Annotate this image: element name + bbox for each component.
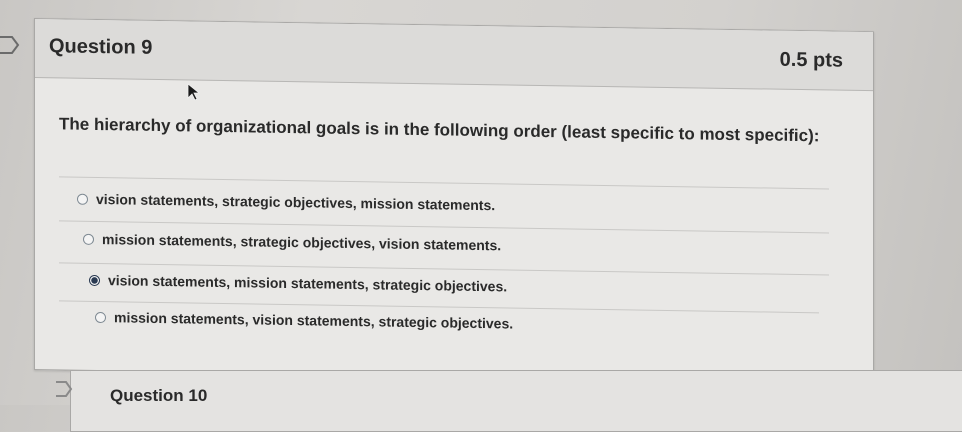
mouse-cursor-icon bbox=[187, 83, 201, 101]
question-prompt: The hierarchy of organizational goals is… bbox=[59, 114, 820, 146]
divider bbox=[59, 176, 829, 190]
answer-label: vision statements, strategic objectives,… bbox=[96, 190, 496, 214]
answer-option-4[interactable]: mission statements, vision statements, s… bbox=[95, 309, 513, 332]
radio-button-selected[interactable] bbox=[89, 274, 100, 286]
answer-label: vision statements, mission statements, s… bbox=[108, 272, 508, 295]
flag-question-icon[interactable] bbox=[55, 380, 75, 398]
question-card: Question 9 0.5 pts The hierarchy of orga… bbox=[34, 18, 874, 384]
question-title: Question 9 bbox=[49, 35, 153, 59]
flag-question-icon[interactable] bbox=[0, 34, 22, 56]
question-points: 0.5 pts bbox=[779, 48, 843, 72]
answer-label: mission statements, strategic objectives… bbox=[102, 231, 502, 254]
radio-button[interactable] bbox=[83, 233, 94, 245]
answer-option-2[interactable]: mission statements, strategic objectives… bbox=[83, 231, 502, 254]
radio-button[interactable] bbox=[77, 193, 88, 205]
question-body: The hierarchy of organizational goals is… bbox=[35, 78, 873, 381]
answer-option-1[interactable]: vision statements, strategic objectives,… bbox=[77, 190, 496, 214]
answer-label: mission statements, vision statements, s… bbox=[114, 309, 514, 332]
radio-button[interactable] bbox=[95, 311, 106, 323]
quiz-screen: Question 9 0.5 pts The hierarchy of orga… bbox=[0, 0, 962, 432]
next-question-title: Question 10 bbox=[110, 386, 208, 405]
answer-option-3[interactable]: vision statements, mission statements, s… bbox=[89, 272, 508, 295]
